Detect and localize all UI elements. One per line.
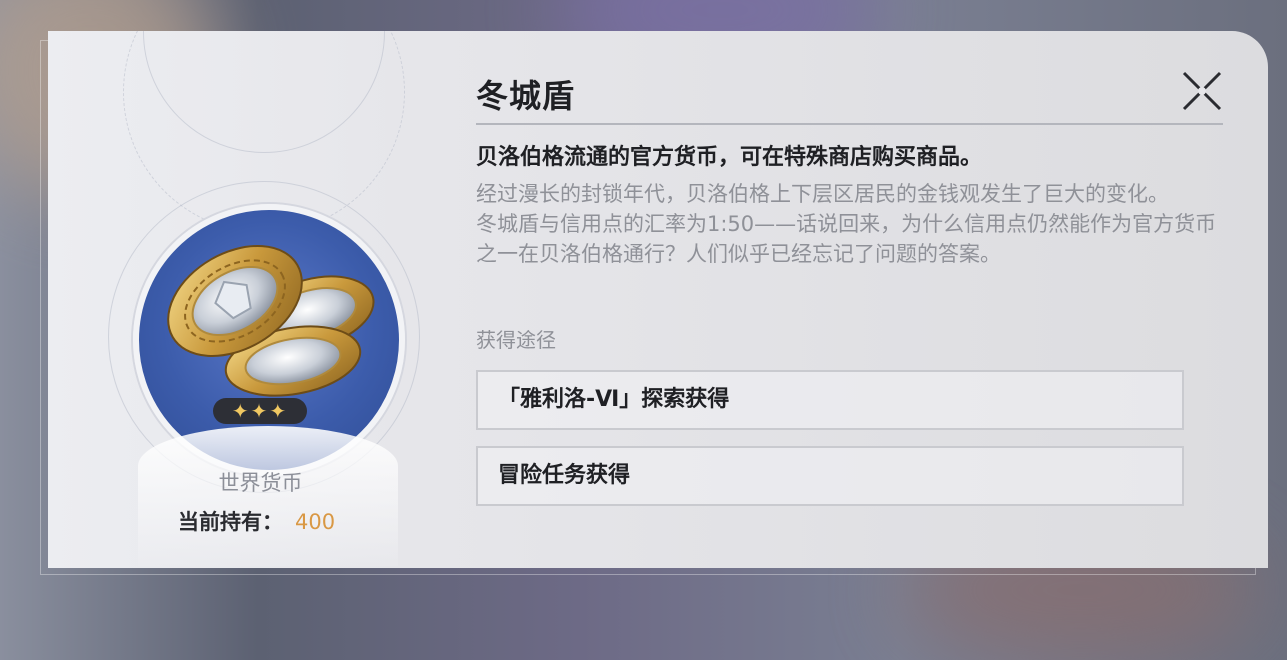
owned-count-row: 当前持有： 400: [178, 506, 335, 536]
source-adventure-mission-button[interactable]: 冒险任务获得: [476, 446, 1184, 506]
item-title: 冬城盾: [476, 77, 576, 115]
acquisition-label: 获得途径: [476, 328, 556, 352]
item-preview: ✦✦✦ 世界货币 当前持有： 400: [48, 31, 468, 568]
item-category: 世界货币: [218, 471, 303, 495]
item-summary: 贝洛伯格流通的官方货币，可在特殊商店购买商品。: [476, 145, 983, 170]
source-exploration-button[interactable]: 「雅利洛-Ⅵ」探索获得: [476, 370, 1184, 430]
title-divider: [476, 123, 1223, 125]
close-icon[interactable]: [1178, 67, 1226, 115]
lore-paragraph: 经过漫长的封锁年代，贝洛伯格上下层区居民的金钱观发生了巨大的变化。: [476, 182, 1169, 206]
coin-stack-icon: [167, 245, 375, 397]
rarity-stars: ✦✦✦: [213, 398, 307, 424]
owned-count: 400: [295, 510, 336, 534]
owned-label: 当前持有：: [178, 510, 283, 534]
item-detail-dialog: ✦✦✦ 世界货币 当前持有： 400 冬城盾 贝洛伯格流通的官方货币，可在特殊商店…: [48, 31, 1268, 568]
item-lore: 经过漫长的封锁年代，贝洛伯格上下层区居民的金钱观发生了巨大的变化。 冬城盾与信用…: [476, 179, 1226, 269]
lore-paragraph: 冬城盾与信用点的汇率为1:50——话说回来，为什么信用点仍然能作为官方货币之一在…: [476, 212, 1217, 266]
